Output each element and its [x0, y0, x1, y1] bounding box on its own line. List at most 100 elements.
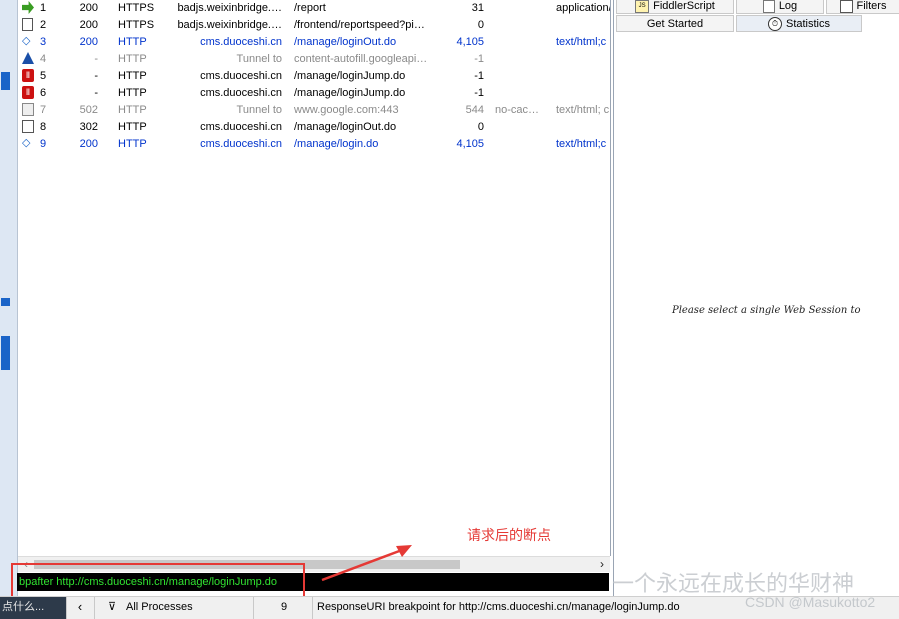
- process-filter-label: All Processes: [126, 601, 193, 613]
- stopwatch-icon: ⏱: [767, 17, 782, 32]
- session-row[interactable]: ◇ 9 200 HTTP cms.duoceshi.cn/manage/login.do…: [18, 136, 610, 153]
- session-caching: no-cac…: [495, 104, 540, 116]
- session-result: -: [94, 87, 98, 99]
- session-url: /report: [294, 2, 326, 14]
- session-row[interactable]: 7 502 HTTP Tunnel to www.google.com:443 544 no…: [18, 102, 610, 119]
- tab-statistics[interactable]: ⏱ Statistics: [736, 15, 862, 32]
- session-num: 2: [40, 19, 47, 31]
- up-arrow-icon: [22, 52, 34, 64]
- session-url: /manage/loginOut.do: [294, 121, 397, 133]
- image-icon: [22, 120, 34, 133]
- session-row[interactable]: 1 200 HTTPS badjs.weixinbridge.… /report 31 ap…: [18, 0, 610, 17]
- select-session-hint: Please select a single Web Session to: [672, 305, 861, 316]
- capture-indicator[interactable]: 点什么...: [0, 597, 67, 619]
- session-url: /manage/loginJump.do: [294, 87, 406, 99]
- process-filter[interactable]: ⊽ All Processes: [96, 597, 254, 619]
- session-host: cms.duoceshi.cn: [200, 36, 282, 48]
- session-protocol: HTTP: [118, 121, 147, 133]
- session-num: 6: [40, 87, 47, 99]
- session-body: -1: [474, 70, 484, 82]
- session-host: badjs.weixinbridge.…: [177, 19, 282, 31]
- back-arrow-icon[interactable]: ‹: [66, 597, 95, 619]
- script-icon: JS: [635, 0, 650, 13]
- session-count: 9: [256, 597, 313, 619]
- tab-get-started-label: Get Started: [646, 18, 704, 30]
- session-protocol: HTTPS: [118, 2, 155, 14]
- session-num: 7: [40, 104, 47, 116]
- log-icon: [762, 0, 775, 13]
- session-body: 0: [477, 19, 484, 31]
- session-icon-cell: [22, 120, 36, 134]
- session-num: 5: [40, 70, 47, 82]
- tab-fiddlerscript[interactable]: JS FiddlerScript: [616, 0, 734, 14]
- session-icon-cell: Ⅱ: [22, 69, 36, 83]
- lock-icon: [22, 103, 34, 116]
- left-strip-marker: [1, 72, 10, 90]
- session-body: 4,105: [456, 36, 484, 48]
- session-row[interactable]: 2 200 HTTPS badjs.weixinbridge.… /frontend/r…: [18, 17, 610, 34]
- green-arrow-icon: [22, 1, 34, 14]
- session-result: 200: [79, 138, 98, 150]
- document-icon: [22, 18, 33, 31]
- session-ctype: application/: [556, 2, 610, 14]
- tab-filters[interactable]: Filters: [826, 0, 899, 14]
- checkbox-icon: [839, 0, 853, 13]
- tab-log[interactable]: Log: [736, 0, 824, 14]
- session-protocol: HTTP: [118, 36, 147, 48]
- session-row[interactable]: ◇ 3 200 HTTP cms.duoceshi.cn/manage/loginOut…: [18, 34, 610, 51]
- session-ctype: text/html;c: [556, 138, 607, 150]
- session-body: -1: [474, 53, 484, 65]
- session-row[interactable]: 8 302 HTTP cms.duoceshi.cn/manage/loginOut.…: [18, 119, 610, 136]
- session-result: -: [94, 53, 98, 65]
- session-result: -: [94, 70, 98, 82]
- session-num: 8: [40, 121, 47, 133]
- session-num: 1: [40, 2, 47, 14]
- session-num: 3: [40, 36, 47, 48]
- session-url: content-autofill.googleapi…: [294, 53, 428, 65]
- session-result: 200: [79, 36, 98, 48]
- filter-icon: ⊽: [108, 601, 117, 613]
- session-body: -1: [474, 87, 484, 99]
- session-result: 200: [79, 2, 98, 14]
- left-panel-strip: [0, 0, 18, 596]
- session-icon-cell: [22, 103, 36, 117]
- session-url: /manage/login.do: [294, 138, 379, 150]
- session-body: 31: [471, 2, 484, 14]
- session-host: badjs.weixinbridge.…: [177, 2, 282, 14]
- session-row[interactable]: 4 - HTTP Tunnel to content-autofill.googleap…: [18, 51, 610, 68]
- left-strip-marker: [1, 336, 10, 370]
- sessions-list[interactable]: 1 200 HTTPS badjs.weixinbridge.… /report 31 ap…: [18, 0, 611, 556]
- scroll-right-icon[interactable]: ›: [596, 557, 608, 572]
- session-icon-cell: [22, 52, 36, 66]
- session-url: /frontend/reportspeed?pi…: [294, 19, 425, 31]
- breakpoint-icon: Ⅱ: [22, 86, 34, 99]
- session-host: cms.duoceshi.cn: [200, 121, 282, 133]
- session-protocol: HTTP: [118, 53, 147, 65]
- status-message: ResponseURI breakpoint for http://cms.du…: [317, 601, 680, 613]
- session-row[interactable]: Ⅱ 5 - HTTP cms.duoceshi.cn/manage/loginJump.…: [18, 68, 610, 85]
- inspector-panel: JS FiddlerScript Log Filters Get Started …: [613, 0, 899, 596]
- session-icon-cell: ◇: [22, 137, 36, 151]
- session-host: cms.duoceshi.cn: [200, 138, 282, 150]
- annotation-highlight-box: [11, 563, 305, 599]
- tab-filters-label: Filters: [856, 0, 887, 12]
- watermark-csdn: CSDN @Masukotto2: [745, 594, 876, 610]
- session-result: 302: [79, 121, 98, 133]
- session-icon-cell: ◇: [22, 35, 36, 49]
- session-protocol: HTTP: [118, 104, 147, 116]
- tab-statistics-label: Statistics: [785, 18, 830, 30]
- session-row[interactable]: Ⅱ 6 - HTTP cms.duoceshi.cn/manage/loginJump.…: [18, 85, 610, 102]
- session-host: Tunnel to: [236, 104, 282, 116]
- session-num: 4: [40, 53, 47, 65]
- diamond-arrows-icon: ◇: [22, 137, 31, 149]
- session-host: cms.duoceshi.cn: [200, 87, 282, 99]
- session-protocol: HTTP: [118, 70, 147, 82]
- session-ctype: text/html;c: [556, 36, 607, 48]
- session-num: 9: [40, 138, 47, 150]
- left-strip-marker: [1, 298, 10, 306]
- tab-get-started[interactable]: Get Started: [616, 15, 734, 32]
- session-url: /manage/loginOut.do: [294, 36, 397, 48]
- session-body: 544: [465, 104, 484, 116]
- session-result: 200: [79, 19, 98, 31]
- session-result: 502: [79, 104, 98, 116]
